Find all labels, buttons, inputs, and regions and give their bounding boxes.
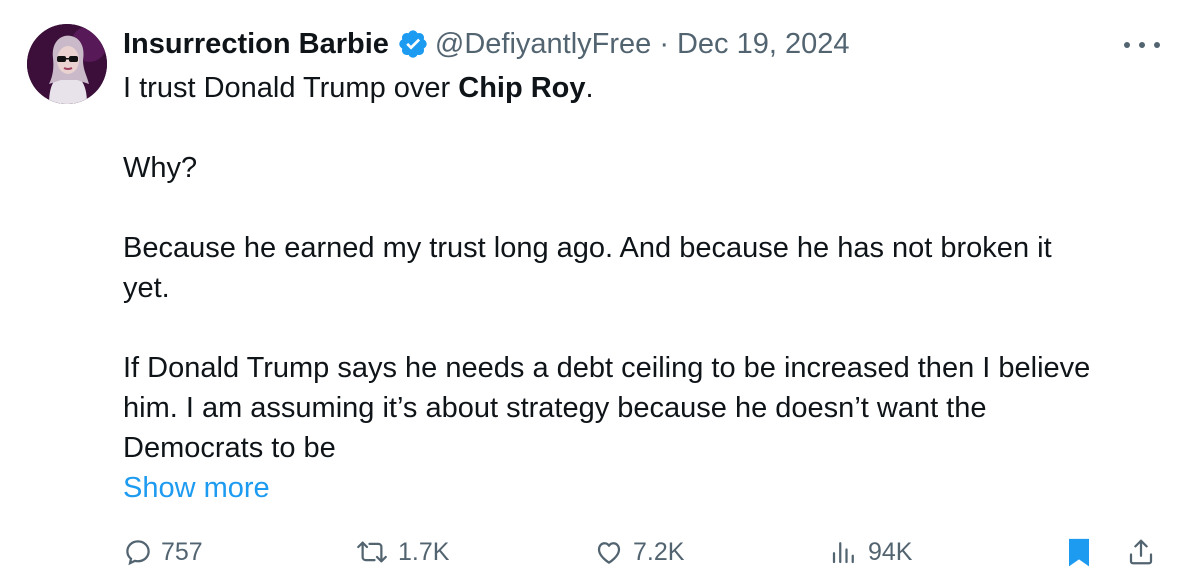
show-more-link[interactable]: Show more xyxy=(123,468,1163,508)
bookmark-button[interactable] xyxy=(1064,532,1102,572)
reply-count: 757 xyxy=(161,537,203,566)
repost-icon xyxy=(357,541,387,563)
bookmark-icon xyxy=(1069,538,1089,567)
like-button[interactable]: 7.2K xyxy=(593,532,684,572)
tweet-line: Why? xyxy=(123,152,198,184)
tweet: Insurrection Barbie @DefiyantlyFree · De… xyxy=(0,0,1184,588)
action-bar: 757 1.7K 7.2K 94K xyxy=(0,532,1184,572)
tweet-line: him. I am assuming it’s about strategy b… xyxy=(123,392,987,424)
tweet-header: Insurrection Barbie @DefiyantlyFree · De… xyxy=(123,24,850,64)
tweet-line: Democrats to be xyxy=(123,432,336,464)
text-segment: I trust Donald Trump over xyxy=(123,72,459,104)
views-count: 94K xyxy=(868,537,913,566)
like-icon xyxy=(597,542,621,564)
tweet-line: yet. xyxy=(123,272,170,304)
reply-icon xyxy=(126,540,150,566)
author-name[interactable]: Insurrection Barbie xyxy=(123,28,389,61)
avatar[interactable] xyxy=(27,24,107,104)
views-button[interactable]: 94K xyxy=(828,532,912,572)
tweet-line: I trust Donald Trump over Chip Roy. xyxy=(123,68,1163,108)
views-icon xyxy=(832,542,854,564)
repost-count: 1.7K xyxy=(398,537,450,566)
separator-dot: · xyxy=(659,27,669,60)
repost-button[interactable]: 1.7K xyxy=(354,532,449,572)
author-handle[interactable]: @DefiyantlyFree xyxy=(435,28,651,61)
share-icon xyxy=(1129,539,1153,565)
tweet-line: Because he earned my trust long ago. And… xyxy=(123,232,1052,264)
text-segment: . xyxy=(585,72,594,104)
share-button[interactable] xyxy=(1126,532,1164,572)
reply-button[interactable]: 757 xyxy=(123,532,203,572)
tweet-line: If Donald Trump says he needs a debt cei… xyxy=(123,352,1091,384)
more-icon[interactable] xyxy=(1124,30,1160,60)
bold-mention: Chip Roy xyxy=(458,72,586,104)
like-count: 7.2K xyxy=(633,537,685,566)
tweet-text: I trust Donald Trump over Chip Roy. Why?… xyxy=(123,68,1163,508)
tweet-date[interactable]: Dec 19, 2024 xyxy=(677,28,850,61)
verified-badge-icon xyxy=(397,28,429,60)
